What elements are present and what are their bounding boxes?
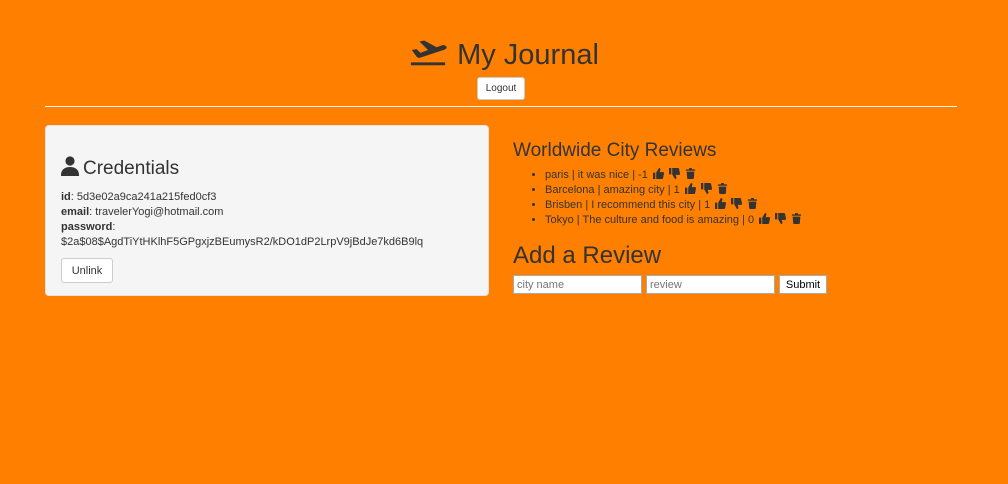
review-item: paris | it was nice | -1 (545, 168, 963, 183)
review-text: Brisben | I recommend this city | 1 (545, 199, 711, 211)
plane-departure-icon (409, 36, 447, 74)
review-item: Brisben | I recommend this city | 1 (545, 198, 963, 213)
credentials-heading-text: Credentials (83, 158, 180, 179)
credentials-card: Credentials id: 5d3e02a9ca241a215fed0cf3… (45, 125, 489, 296)
thumbs-down-icon[interactable] (775, 213, 787, 224)
trash-icon[interactable] (717, 183, 728, 194)
user-icon (61, 156, 79, 182)
credential-password-row: password: $2a$08$AgdTiYtHKlhF5GPgxjzBEumy… (61, 221, 424, 248)
review-text: Barcelona | amazing city | 1 (545, 184, 680, 196)
review-input[interactable] (646, 275, 775, 294)
password-value: $2a$08$AgdTiYtHKlhF5GPgxjzBEumysR2/kDO1d… (61, 236, 424, 248)
city-name-input[interactable] (513, 275, 642, 294)
email-label: email (61, 206, 90, 218)
unlink-button[interactable]: Unlink (61, 258, 113, 283)
thumbs-up-icon[interactable] (684, 183, 696, 194)
credential-id-row: id: 5d3e02a9ca241a215fed0cf3 (61, 191, 217, 203)
thumbs-up-icon[interactable] (715, 198, 727, 209)
trash-icon[interactable] (747, 198, 758, 209)
trash-icon[interactable] (685, 168, 696, 179)
page-header: My Journal (0, 36, 1008, 74)
password-label: password (61, 221, 113, 233)
page-title-text: My Journal (457, 38, 599, 71)
header-divider (45, 106, 957, 107)
review-text: Tokyo | The culture and food is amazing … (545, 214, 755, 226)
thumbs-up-icon[interactable] (759, 213, 771, 224)
id-label: id (61, 191, 71, 203)
add-review-heading: Add a Review (513, 242, 662, 269)
submit-button[interactable]: Submit (779, 275, 827, 294)
add-review-form: Submit (513, 275, 963, 294)
thumbs-down-icon[interactable] (731, 198, 743, 209)
thumbs-down-icon[interactable] (700, 183, 712, 194)
credentials-heading: Credentials (61, 156, 473, 182)
email-value: travelerYogi@hotmail.com (95, 206, 224, 218)
page-title: My Journal (409, 36, 599, 74)
reviews-section: Worldwide City Reviews paris | it was ni… (513, 140, 963, 294)
reviews-heading: Worldwide City Reviews (513, 140, 717, 161)
trash-icon[interactable] (791, 213, 802, 224)
thumbs-up-icon[interactable] (652, 168, 664, 179)
review-item: Tokyo | The culture and food is amazing … (545, 213, 963, 228)
review-text: paris | it was nice | -1 (545, 169, 648, 181)
credential-email-row: email: travelerYogi@hotmail.com (61, 206, 224, 218)
id-value: 5d3e02a9ca241a215fed0cf3 (76, 191, 217, 203)
review-item: Barcelona | amazing city | 1 (545, 183, 963, 198)
reviews-list: paris | it was nice | -1 Barcelona | ama… (513, 168, 963, 228)
thumbs-down-icon[interactable] (669, 168, 681, 179)
logout-button[interactable]: Logout (477, 77, 525, 100)
